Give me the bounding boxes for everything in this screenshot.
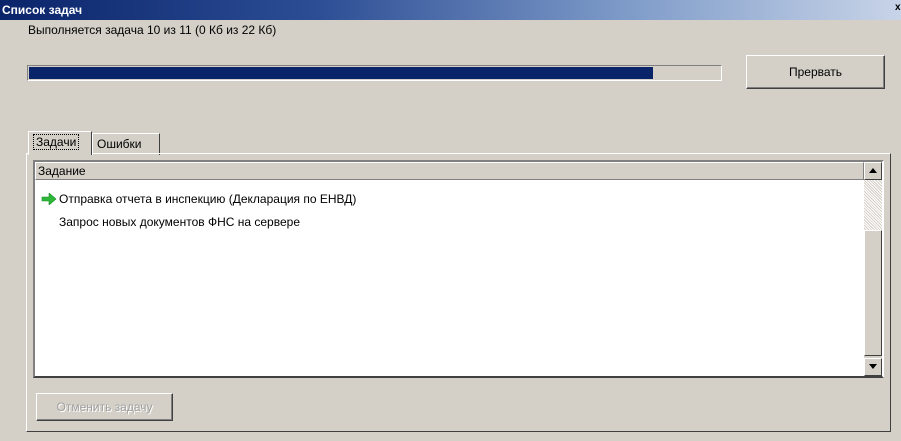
stop-button[interactable]: Прервать — [746, 55, 885, 89]
tab-tasks[interactable]: Задачи — [28, 131, 92, 155]
window-title: Список задач — [2, 3, 83, 17]
green-arrow-icon — [41, 193, 57, 205]
progress-bar — [27, 65, 722, 81]
scrollbar-thumb[interactable] — [864, 230, 882, 356]
arrow-up-icon — [869, 168, 877, 173]
arrow-down-icon — [869, 364, 877, 369]
status-text: Выполняется задача 10 из 11 (0 Кб из 22 … — [28, 23, 277, 37]
tab-tasks-label: Задачи — [33, 134, 80, 150]
title-bar: Список задач x — [0, 0, 901, 20]
scrollbar-track[interactable] — [864, 180, 882, 230]
close-icon[interactable]: x — [895, 2, 901, 18]
list-item[interactable]: Отправка отчета в инспекцию (Декларация … — [59, 190, 356, 208]
tab-errors-label: Ошибки — [97, 137, 142, 151]
vertical-scrollbar[interactable] — [864, 162, 882, 376]
scroll-down-button[interactable] — [864, 358, 882, 376]
scroll-up-button[interactable] — [864, 162, 882, 180]
progress-fill — [29, 67, 653, 79]
tab-errors[interactable]: Ошибки — [92, 133, 160, 155]
column-header-task[interactable]: Задание — [35, 162, 864, 180]
task-list[interactable]: Задание Отправка отчета в инспекцию (Дек… — [33, 160, 884, 378]
list-item[interactable]: Запрос новых документов ФНС на сервере — [59, 213, 300, 231]
